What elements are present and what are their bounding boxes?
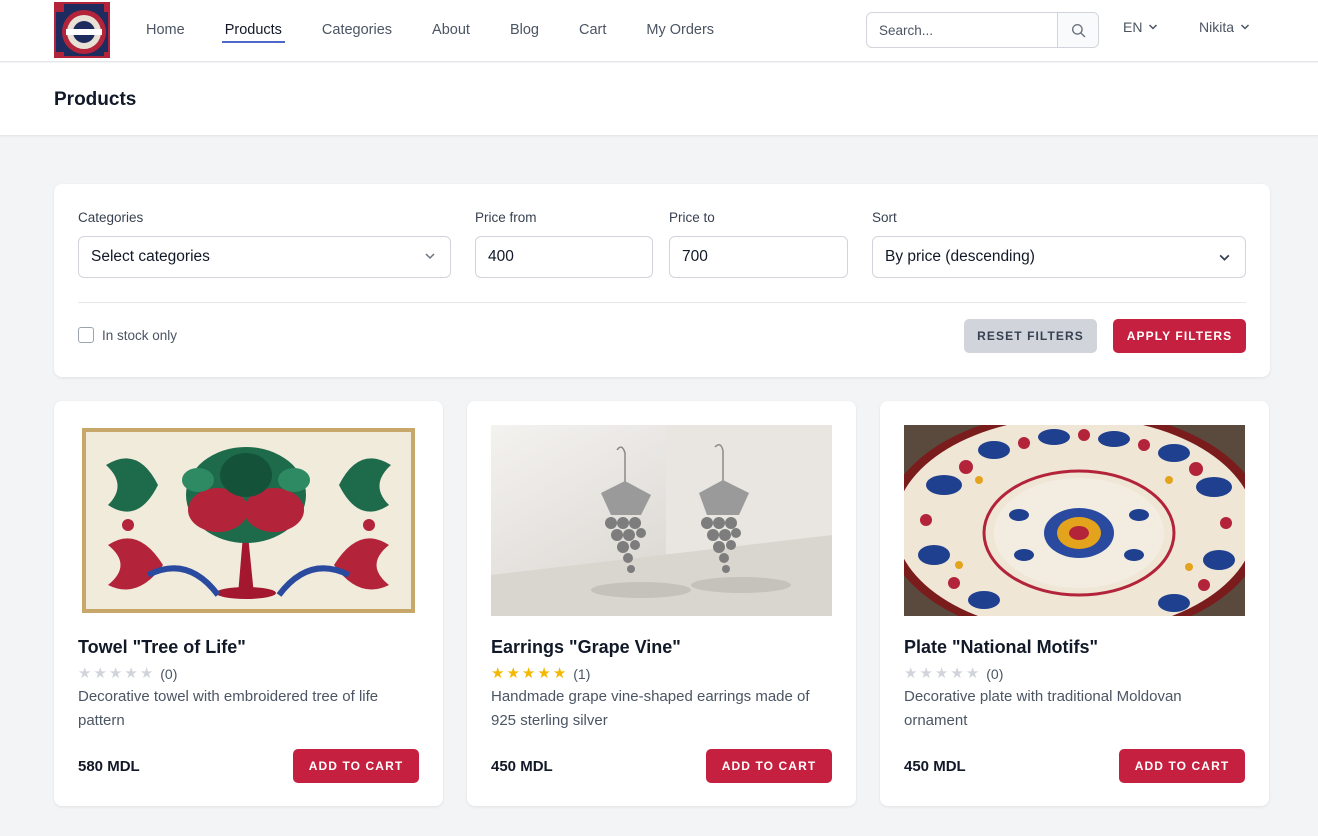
reset-filters-button[interactable]: RESET FILTERS (964, 319, 1097, 353)
apply-filters-button[interactable]: APPLY FILTERS (1113, 319, 1246, 353)
price-to-input[interactable]: 700 (669, 236, 848, 278)
painted-plate-image[interactable] (904, 425, 1245, 616)
page-header: Products (0, 63, 1318, 136)
language-selector[interactable]: EN (1123, 19, 1158, 35)
price-from-value: 400 (488, 248, 514, 265)
filter-panel: Categories Select categories Price from … (54, 184, 1270, 377)
nav-cart[interactable]: Cart (579, 0, 606, 62)
star-icon: ★ (108, 665, 123, 682)
star-icon: ★ (521, 665, 536, 682)
price-to-label: Price to (669, 210, 715, 225)
categories-select-value: Select categories (91, 248, 210, 265)
chevron-down-icon (425, 253, 435, 260)
product-card: Earrings "Grape Vine" ★ ★ ★ ★ ★ (1) Hand… (467, 401, 856, 806)
product-description: Decorative plate with traditional Moldov… (904, 688, 1182, 729)
product-card: Plate "National Motifs" ★ ★ ★ ★ ★ (0) De… (880, 401, 1269, 806)
price-from-label: Price from (475, 210, 537, 225)
star-rating: ★ ★ ★ ★ ★ (1) (491, 665, 590, 683)
product-card: Towel "Tree of Life" ★ ★ ★ ★ ★ (0) Decor… (54, 401, 443, 806)
product-price: 450 MDL (904, 758, 966, 775)
product-title[interactable]: Plate "National Motifs" (904, 637, 1098, 658)
star-icon: ★ (491, 665, 505, 682)
chevron-down-icon (1219, 254, 1230, 261)
star-icon: ★ (537, 665, 551, 682)
language-label: EN (1123, 19, 1143, 35)
user-menu[interactable]: Nikita (1199, 19, 1250, 35)
star-icon: ★ (950, 665, 964, 682)
rating-count: (0) (986, 666, 1004, 682)
star-icon: ★ (78, 665, 92, 682)
in-stock-label: In stock only (102, 327, 178, 343)
nav-products[interactable]: Products (221, 0, 286, 62)
star-icon: ★ (904, 665, 918, 682)
star-icon: ★ (506, 665, 520, 682)
star-rating: ★ ★ ★ ★ ★ (0) (78, 665, 177, 683)
user-name: Nikita (1199, 19, 1235, 35)
price-from-input[interactable]: 400 (475, 236, 653, 278)
search-button[interactable] (1057, 13, 1098, 47)
rating-count: (1) (573, 666, 591, 682)
filter-divider (78, 302, 1246, 303)
nav-my-orders[interactable]: My Orders (646, 0, 714, 62)
product-description: Decorative towel with embroidered tree o… (78, 688, 379, 729)
page-title: Products (54, 89, 137, 110)
nav-links: Home Products Categories About Blog Cart… (146, 0, 754, 62)
in-stock-checkbox[interactable] (78, 327, 94, 343)
product-title[interactable]: Towel "Tree of Life" (78, 637, 246, 658)
product-price: 450 MDL (491, 758, 553, 775)
product-title[interactable]: Earrings "Grape Vine" (491, 637, 681, 658)
sort-label: Sort (872, 210, 897, 225)
rating-count: (0) (160, 666, 178, 682)
embroidered-towel-image[interactable] (78, 425, 419, 616)
nav-blog[interactable]: Blog (510, 0, 539, 62)
search-icon (1071, 23, 1085, 37)
categories-label: Categories (78, 210, 144, 225)
search-box (866, 12, 1099, 48)
product-description: Handmade grape vine-shaped earrings made… (491, 688, 810, 729)
chevron-down-icon (1240, 24, 1250, 30)
product-price: 580 MDL (78, 758, 140, 775)
sort-select[interactable]: By price (descending) (872, 236, 1246, 278)
nav-categories[interactable]: Categories (322, 0, 392, 62)
nav-about[interactable]: About (432, 0, 470, 62)
star-icon: ★ (93, 665, 107, 682)
add-to-cart-button[interactable]: ADD TO CART (706, 749, 832, 783)
star-icon: ★ (919, 665, 933, 682)
top-navbar: Home Products Categories About Blog Cart… (0, 0, 1318, 62)
sort-select-value: By price (descending) (885, 248, 1035, 265)
logo[interactable] (54, 2, 110, 58)
add-to-cart-button[interactable]: ADD TO CART (1119, 749, 1245, 783)
star-icon: ★ (934, 665, 949, 682)
in-stock-filter: In stock only (78, 327, 177, 343)
categories-select[interactable]: Select categories (78, 236, 451, 278)
add-to-cart-button[interactable]: ADD TO CART (293, 749, 419, 783)
star-icon: ★ (124, 665, 138, 682)
star-icon: ★ (965, 665, 980, 682)
price-to-value: 700 (682, 248, 708, 265)
nav-home[interactable]: Home (146, 0, 185, 62)
chevron-down-icon (1149, 24, 1158, 30)
star-rating: ★ ★ ★ ★ ★ (0) (904, 665, 1003, 683)
star-icon: ★ (139, 665, 154, 682)
silver-earrings-image[interactable] (491, 425, 832, 616)
star-icon: ★ (552, 665, 567, 682)
search-input[interactable] (867, 13, 1058, 47)
